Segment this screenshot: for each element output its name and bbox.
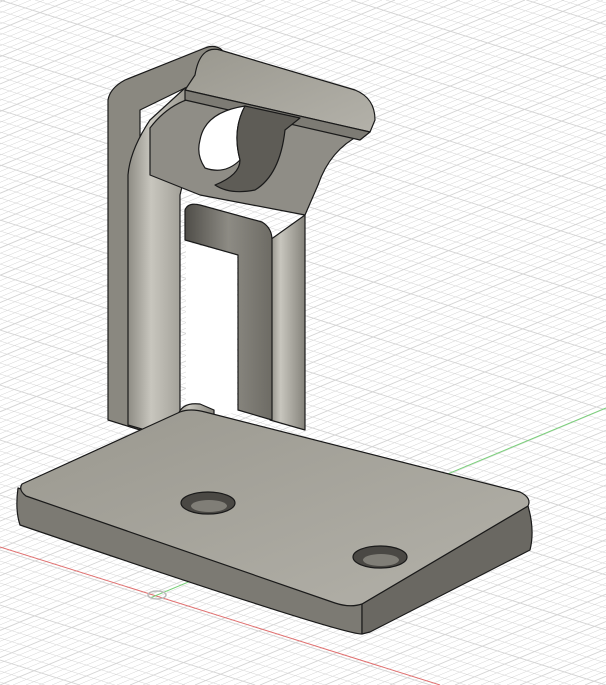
grid-line: [519, 648, 606, 685]
grid-line: [389, 593, 606, 685]
grid-line: [0, 0, 71, 30]
viewport-canvas[interactable]: [0, 0, 606, 685]
grid-line: [545, 659, 606, 685]
grid-line: [0, 604, 256, 685]
grid-line: [0, 0, 58, 25]
grid-line: [0, 626, 186, 685]
grid-line: [0, 670, 45, 685]
grid-line: [467, 626, 606, 685]
grid-line: [428, 610, 606, 685]
grid-line: [0, 0, 32, 14]
cad-viewport[interactable]: [0, 0, 606, 685]
grid-line: [0, 0, 45, 19]
screw-hole-left-inner: [191, 500, 227, 512]
grid-line: [0, 0, 175, 74]
grid-line: [0, 0, 162, 68]
grid-line: [0, 615, 221, 685]
grid-line: [415, 604, 606, 685]
grid-line: [558, 664, 606, 685]
upright-right-pillar: [269, 214, 306, 431]
screw-hole-right-inner: [363, 554, 399, 566]
upright-window-opening: [186, 242, 237, 425]
grid-line: [0, 0, 84, 36]
grid-line: [420, 0, 606, 59]
grid-line: [506, 643, 606, 685]
grid-line: [454, 621, 606, 685]
bracket-model[interactable]: [16, 45, 533, 635]
grid-line: [480, 632, 606, 685]
grid-line: [596, 0, 606, 4]
grid-line: [0, 0, 97, 41]
